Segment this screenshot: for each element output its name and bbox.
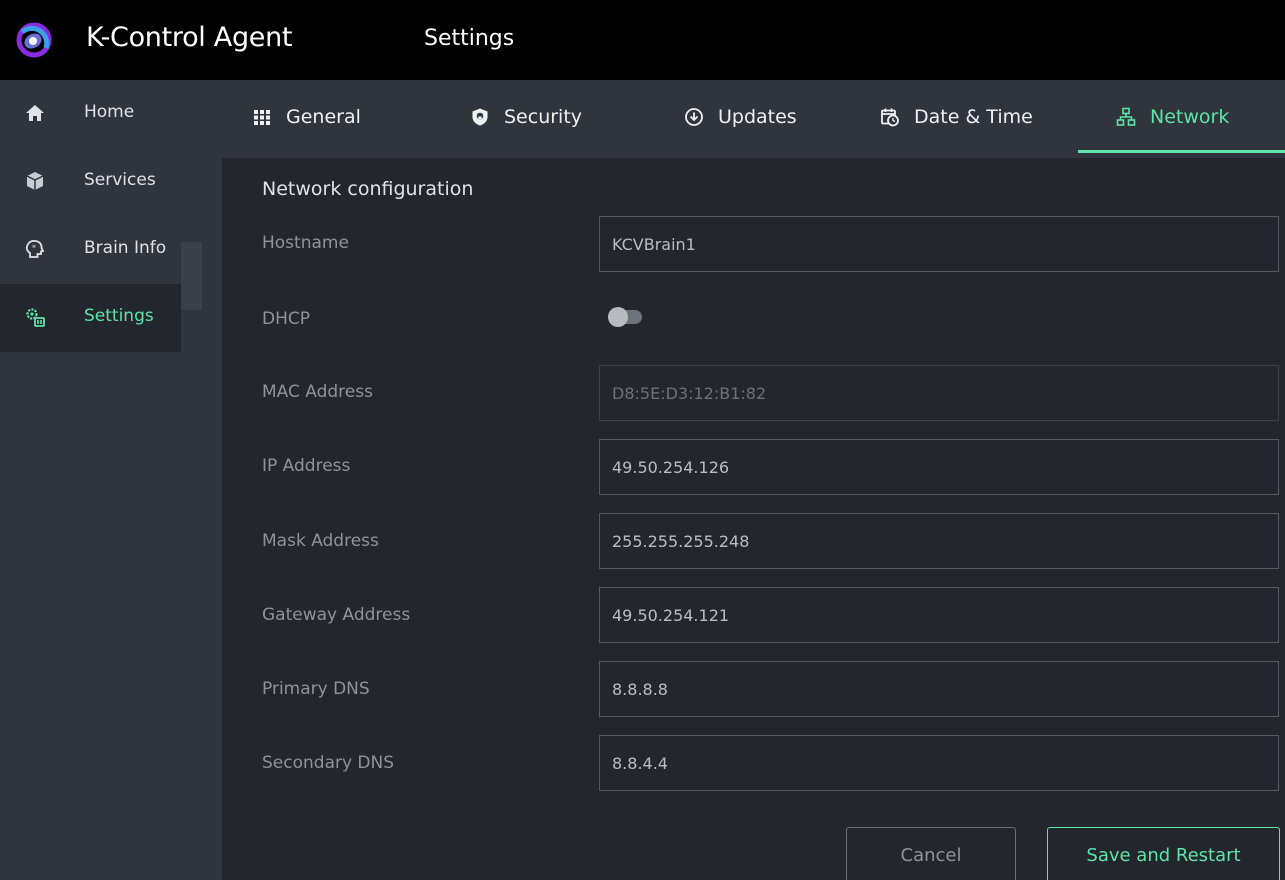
svg-text:*: * <box>32 244 36 253</box>
dhcp-toggle[interactable] <box>608 307 642 327</box>
save-and-restart-button[interactable]: Save and Restart <box>1047 827 1280 880</box>
grid-icon <box>254 109 270 125</box>
app-title: K-Control Agent <box>86 22 293 53</box>
sidebar-item-label: Brain Info <box>84 238 167 258</box>
gateway-address-field[interactable] <box>599 587 1279 643</box>
primary-dns-label: Primary DNS <box>262 679 370 699</box>
mask-address-label: Mask Address <box>262 531 379 551</box>
calendar-clock-icon <box>881 108 899 126</box>
brain-icon: * <box>25 240 45 258</box>
toggle-knob <box>608 307 628 327</box>
tab-label: Updates <box>718 105 797 128</box>
sidebar-separator <box>181 242 202 310</box>
settings-tabs: General Security Updates Date & Time Net… <box>202 80 1285 153</box>
tab-label: General <box>286 105 361 128</box>
sidebar-item-brain-info[interactable]: * Brain Info <box>0 216 181 284</box>
ip-address-field[interactable] <box>599 439 1279 495</box>
gateway-address-label: Gateway Address <box>262 605 411 625</box>
tab-label: Security <box>504 105 583 128</box>
cancel-button[interactable]: Cancel <box>846 827 1016 880</box>
mac-address-label: MAC Address <box>262 382 373 402</box>
top-bar: K-Control Agent Settings <box>0 0 1285 80</box>
tab-network[interactable]: Network <box>1116 80 1229 153</box>
dhcp-label: DHCP <box>262 309 310 329</box>
sidebar-item-label: Services <box>84 170 156 190</box>
sidebar-item-services[interactable]: Services <box>0 148 181 216</box>
tab-updates[interactable]: Updates <box>684 80 797 153</box>
shield-icon <box>472 108 488 125</box>
page-title: Settings <box>424 26 515 51</box>
sidebar: Home Services * Brain Info Settings <box>0 80 202 880</box>
sidebar-item-settings[interactable]: Settings <box>0 284 181 352</box>
hostname-field[interactable] <box>599 216 1279 272</box>
tab-label: Date & Time <box>914 105 1033 128</box>
mac-address-field <box>599 365 1279 421</box>
cube-icon <box>26 172 44 190</box>
k-control-logo-icon <box>16 22 52 58</box>
sidebar-item-label: Home <box>84 102 135 122</box>
section-title: Network configuration <box>262 178 474 200</box>
ip-address-label: IP Address <box>262 456 351 476</box>
hostname-label: Hostname <box>262 233 349 253</box>
network-panel: Network configuration Hostname DHCP MAC … <box>222 158 1285 880</box>
sidebar-item-label: Settings <box>84 306 154 326</box>
tab-general[interactable]: General <box>252 80 361 153</box>
secondary-dns-field[interactable] <box>599 735 1279 791</box>
secondary-dns-label: Secondary DNS <box>262 753 395 773</box>
mask-address-field[interactable] <box>599 513 1279 569</box>
main-content: Network configuration Hostname DHCP MAC … <box>202 153 1285 880</box>
home-icon <box>26 105 44 121</box>
download-circle-icon <box>685 107 703 126</box>
tab-label: Network <box>1150 105 1230 128</box>
network-icon <box>1116 107 1136 126</box>
gears-icon <box>26 308 45 327</box>
tab-security[interactable]: Security <box>470 80 582 153</box>
tab-date-time[interactable]: Date & Time <box>880 80 1033 153</box>
sidebar-item-home[interactable]: Home <box>0 80 181 148</box>
primary-dns-field[interactable] <box>599 661 1279 717</box>
